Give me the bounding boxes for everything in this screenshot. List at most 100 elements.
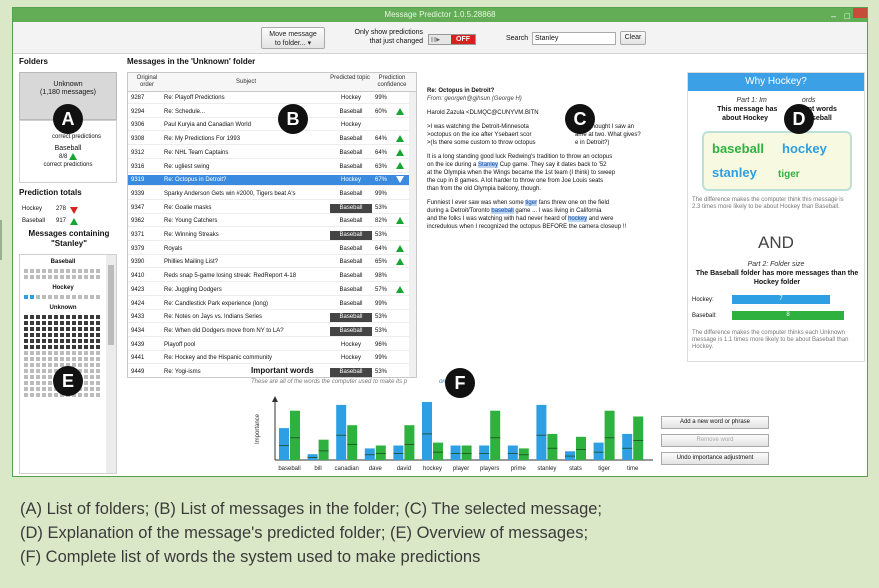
message-square[interactable] (96, 387, 100, 391)
message-square[interactable] (30, 375, 34, 379)
message-square[interactable] (96, 269, 100, 273)
message-square[interactable] (60, 333, 64, 337)
clear-button[interactable]: Clear (620, 31, 646, 45)
message-square[interactable] (24, 339, 28, 343)
message-square[interactable] (72, 327, 76, 331)
message-square[interactable] (30, 321, 34, 325)
message-square[interactable] (96, 321, 100, 325)
message-square[interactable] (36, 339, 40, 343)
message-square[interactable] (54, 339, 58, 343)
message-square[interactable] (96, 357, 100, 361)
message-square[interactable] (60, 327, 64, 331)
table-row[interactable]: 9410 Reds snap 5-game losing streak: RedR… (128, 271, 410, 283)
message-square[interactable] (24, 393, 28, 397)
message-square[interactable] (30, 363, 34, 367)
message-square[interactable] (48, 333, 52, 337)
message-square[interactable] (30, 369, 34, 373)
message-square[interactable] (48, 269, 52, 273)
message-square[interactable] (24, 295, 28, 299)
message-square[interactable] (84, 363, 88, 367)
table-row[interactable]: 9424 Re: Candlestick Park experience (lon… (128, 299, 410, 310)
message-square[interactable] (42, 387, 46, 391)
message-square[interactable] (96, 327, 100, 331)
message-square[interactable] (54, 269, 58, 273)
message-square[interactable] (54, 321, 58, 325)
message-square[interactable] (84, 339, 88, 343)
table-row[interactable]: 9423 Re: Juggling Dodgers Baseball 57% (128, 285, 410, 296)
table-row[interactable]: 9390 Phillies Mailing List? Baseball 65% (128, 257, 410, 269)
message-square[interactable] (84, 295, 88, 299)
message-square[interactable] (96, 339, 100, 343)
table-row[interactable]: 9347 Re: Goalie masks Baseball 53% (128, 203, 410, 214)
message-square[interactable] (66, 275, 70, 279)
message-square[interactable] (90, 357, 94, 361)
message-square[interactable] (66, 321, 70, 325)
message-square[interactable] (54, 345, 58, 349)
message-square[interactable] (90, 315, 94, 319)
message-square[interactable] (42, 375, 46, 379)
table-row[interactable]: 9433 Re: Notes on Jays vs. Indians Series… (128, 312, 410, 324)
importance-chart[interactable]: Importance baseball bill canadian dave david h… (249, 390, 659, 476)
message-square[interactable] (36, 327, 40, 331)
add-word-button[interactable]: Add a new word or phrase (661, 416, 769, 429)
message-square[interactable] (96, 315, 100, 319)
message-square[interactable] (72, 333, 76, 337)
message-square[interactable] (48, 345, 52, 349)
message-square[interactable] (84, 381, 88, 385)
message-square[interactable] (30, 295, 34, 299)
message-square[interactable] (66, 339, 70, 343)
message-square[interactable] (30, 333, 34, 337)
message-square[interactable] (90, 327, 94, 331)
message-square[interactable] (30, 393, 34, 397)
message-square[interactable] (24, 321, 28, 325)
message-square[interactable] (66, 295, 70, 299)
message-square[interactable] (48, 321, 52, 325)
message-square[interactable] (72, 321, 76, 325)
message-square[interactable] (66, 315, 70, 319)
message-square[interactable] (24, 333, 28, 337)
message-square[interactable] (96, 363, 100, 367)
message-square[interactable] (54, 275, 58, 279)
message-square[interactable] (30, 339, 34, 343)
importance-bar[interactable] (375, 445, 386, 461)
message-square[interactable] (78, 351, 82, 355)
message-square[interactable] (78, 357, 82, 361)
message-square[interactable] (36, 269, 40, 273)
message-square[interactable] (24, 375, 28, 379)
window-controls[interactable]: – □ (831, 9, 853, 23)
message-square[interactable] (48, 393, 52, 397)
message-square[interactable] (48, 363, 52, 367)
message-square[interactable] (66, 351, 70, 355)
message-square[interactable] (24, 381, 28, 385)
table-row[interactable]: 9371 Re: Winning Streaks Baseball 53% (128, 230, 410, 241)
message-square[interactable] (60, 351, 64, 355)
message-square[interactable] (72, 295, 76, 299)
message-square[interactable] (72, 275, 76, 279)
message-square[interactable] (54, 351, 58, 355)
search-input[interactable]: Stanley (532, 32, 616, 45)
importance-bar[interactable] (593, 442, 604, 460)
message-square[interactable] (90, 345, 94, 349)
message-square[interactable] (42, 327, 46, 331)
message-square[interactable] (48, 327, 52, 331)
message-square[interactable] (42, 269, 46, 273)
message-square[interactable] (96, 295, 100, 299)
message-square[interactable] (30, 387, 34, 391)
message-square[interactable] (42, 363, 46, 367)
message-square[interactable] (90, 351, 94, 355)
message-square[interactable] (30, 351, 34, 355)
message-square[interactable] (84, 315, 88, 319)
message-square[interactable] (96, 333, 100, 337)
message-square[interactable] (78, 345, 82, 349)
message-square[interactable] (90, 295, 94, 299)
remove-word-button[interactable]: Remove word (661, 434, 769, 447)
table-row[interactable]: 9362 Re: Young Catchers Baseball 82% (128, 216, 410, 228)
importance-bar[interactable] (507, 445, 518, 461)
message-square[interactable] (78, 333, 82, 337)
message-square[interactable] (90, 321, 94, 325)
message-square[interactable] (36, 333, 40, 337)
message-square[interactable] (90, 369, 94, 373)
message-square[interactable] (30, 269, 34, 273)
message-square[interactable] (54, 327, 58, 331)
message-square[interactable] (42, 393, 46, 397)
